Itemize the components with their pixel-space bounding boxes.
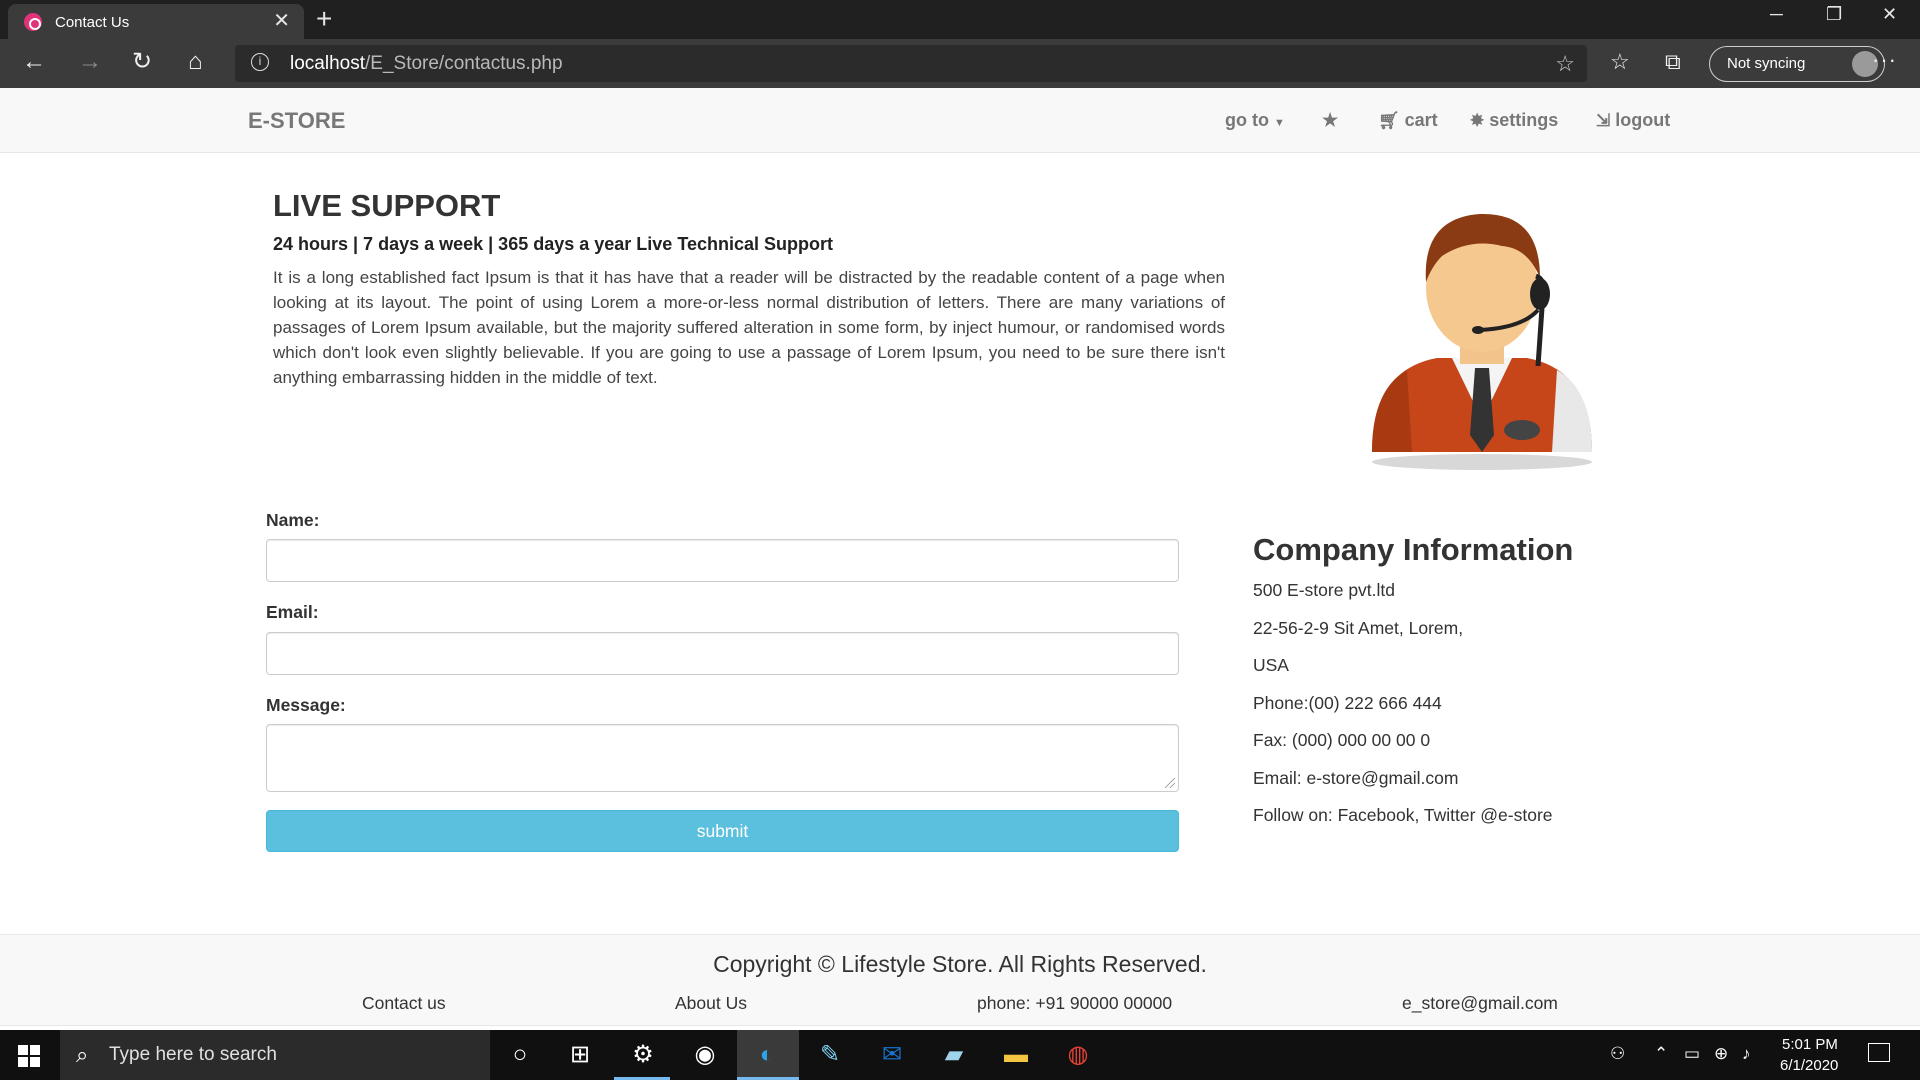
forward-icon[interactable]: →: [78, 49, 102, 75]
search-placeholder: Type here to search: [109, 1044, 277, 1065]
file-explorer-icon[interactable]: ▬: [1001, 1040, 1031, 1070]
logout-icon: ⇲: [1596, 111, 1611, 130]
profile-sync-button[interactable]: Not syncing: [1709, 46, 1885, 82]
site-info-icon[interactable]: i: [251, 53, 269, 71]
company-name: 500 E-store pvt.ltd: [1253, 580, 1396, 600]
refresh-icon[interactable]: ↻: [132, 49, 152, 75]
resize-handle-icon[interactable]: [1165, 778, 1175, 788]
new-tab-icon[interactable]: +: [316, 3, 332, 35]
taskbar-search[interactable]: ⌕ Type here to search: [60, 1030, 490, 1080]
clock-date[interactable]: 6/1/2020: [1780, 1057, 1838, 1074]
company-address: 22-56-2-9 Sit Amet, Lorem,: [1253, 618, 1464, 638]
message-label: Message:: [266, 695, 346, 715]
url-text[interactable]: localhost/E_Store/contactus.php: [290, 53, 563, 75]
outlook-icon[interactable]: ✉: [877, 1040, 907, 1070]
support-agent-image: [1372, 213, 1592, 470]
notepad-app-icon[interactable]: ▰: [939, 1040, 969, 1070]
footer-about-link[interactable]: About Us: [675, 993, 747, 1014]
copyright-text: Copyright © Lifestyle Store. All Rights …: [713, 951, 1207, 977]
chrome-icon[interactable]: ◍: [1063, 1040, 1093, 1070]
page-footer: Copyright © Lifestyle Store. All Rights …: [0, 934, 1920, 1026]
live-support-title: LIVE SUPPORT: [273, 188, 501, 223]
favorite-star-icon[interactable]: ☆: [1555, 51, 1575, 77]
network-icon[interactable]: ⊕: [1714, 1044, 1728, 1064]
windows-taskbar: ⌕ Type here to search ○ ⊞ ⚙ ◉ ◐ ✎ ✉ ▰ ▬ …: [0, 1030, 1920, 1080]
cortana-icon[interactable]: ○: [505, 1040, 535, 1070]
tray-expand-icon[interactable]: ⌃: [1654, 1044, 1668, 1064]
logout-link[interactable]: ⇲ logout: [1596, 110, 1670, 131]
browser-tab[interactable]: Contact Us ✕: [8, 4, 304, 39]
message-textarea[interactable]: [266, 724, 1179, 792]
live-support-paragraph: It is a long established fact Ipsum is t…: [273, 268, 1225, 387]
email-label: Email:: [266, 602, 319, 622]
footer-contact-link[interactable]: Contact us: [362, 993, 446, 1014]
cart-icon: 🛒︎: [1378, 111, 1400, 130]
notification-icon[interactable]: [1868, 1043, 1890, 1062]
name-input[interactable]: [266, 539, 1179, 582]
settings-link[interactable]: ✸ settings: [1470, 110, 1558, 131]
company-email: Email: e-store@gmail.com: [1253, 768, 1459, 788]
footer-phone: phone: +91 90000 00000: [977, 993, 1173, 1013]
company-phone: Phone:(00) 222 666 444: [1253, 693, 1442, 713]
browser-toolbar: ← → ↻ ⌂ i localhost/E_Store/contactus.ph…: [0, 39, 1920, 88]
favorites-icon[interactable]: ☆: [1610, 49, 1630, 75]
restore-icon[interactable]: ❐: [1826, 4, 1842, 25]
paint-app-icon[interactable]: ✎: [815, 1040, 845, 1070]
search-icon: ⌕: [76, 1042, 89, 1067]
browser-tab-bar: Contact Us ✕ + ─ ❐ ✕: [0, 0, 1920, 39]
email-input[interactable]: [266, 632, 1179, 675]
company-info-title: Company Information: [1253, 532, 1574, 567]
more-options-icon[interactable]: ···: [1872, 47, 1897, 73]
company-country: USA: [1253, 655, 1289, 675]
people-icon[interactable]: ⚇: [1610, 1044, 1625, 1064]
submit-button[interactable]: submit: [266, 810, 1179, 852]
home-icon[interactable]: ⌂: [188, 49, 203, 75]
star-icon[interactable]: ★: [1322, 110, 1338, 131]
caret-down-icon: ▼: [1274, 117, 1285, 129]
gear-icon: ✸: [1470, 111, 1485, 130]
goto-dropdown[interactable]: go to ▼: [1225, 110, 1285, 131]
tab-title: Contact Us: [55, 14, 130, 31]
sync-label: Not syncing: [1727, 55, 1806, 72]
media-app-icon[interactable]: ◉: [690, 1040, 720, 1070]
close-window-icon[interactable]: ✕: [1882, 4, 1897, 25]
battery-icon[interactable]: ▭: [1684, 1044, 1700, 1064]
windows-start-icon[interactable]: [18, 1045, 40, 1067]
volume-icon[interactable]: ♪: [1742, 1044, 1751, 1064]
address-bar[interactable]: i localhost/E_Store/contactus.php ☆: [235, 45, 1587, 82]
live-support-subtitle: 24 hours | 7 days a week | 365 days a ye…: [273, 234, 833, 254]
settings-app-icon[interactable]: ⚙: [628, 1040, 658, 1070]
site-favicon-icon: [24, 13, 42, 31]
edge-browser-icon[interactable]: ◐: [752, 1040, 782, 1070]
site-navbar: E-STORE go to ▼ ★ 🛒︎ cart ✸ settings ⇲ logo…: [0, 88, 1920, 153]
clock-time[interactable]: 5:01 PM: [1782, 1036, 1838, 1053]
company-social: Follow on: Facebook, Twitter @e-store: [1253, 805, 1553, 825]
collections-icon[interactable]: ⧉: [1665, 49, 1681, 75]
brand-logo[interactable]: E-STORE: [248, 108, 345, 134]
name-label: Name:: [266, 510, 320, 530]
cart-link[interactable]: 🛒︎ cart: [1378, 110, 1438, 131]
close-tab-icon[interactable]: ✕: [273, 11, 290, 31]
footer-email: e_store@gmail.com: [1402, 993, 1558, 1013]
task-view-icon[interactable]: ⊞: [565, 1040, 595, 1070]
back-icon[interactable]: ←: [22, 49, 46, 75]
company-fax: Fax: (000) 000 00 00 0: [1253, 730, 1431, 750]
minimize-icon[interactable]: ─: [1770, 4, 1783, 25]
